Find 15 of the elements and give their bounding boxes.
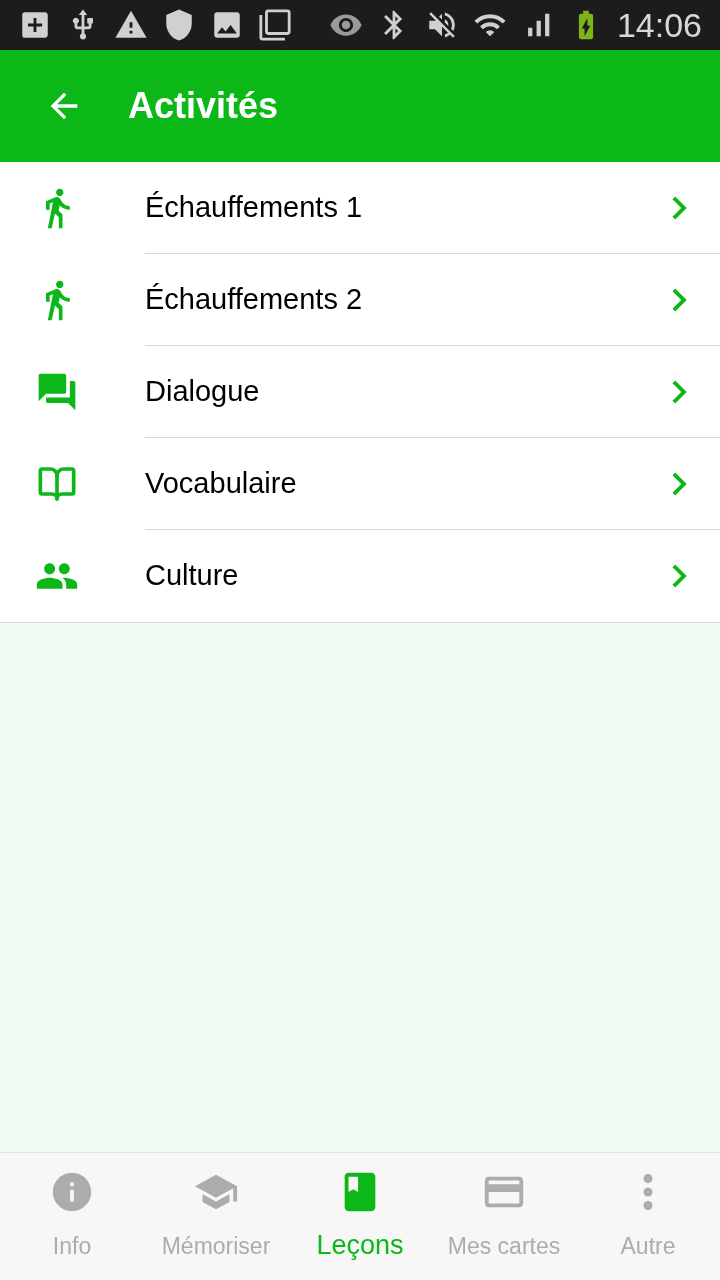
app-bar-title: Activités xyxy=(128,84,279,128)
activity-item[interactable]: Dialogue xyxy=(0,346,720,438)
more-icon xyxy=(643,1174,653,1210)
activity-item[interactable]: Échauffements 1 xyxy=(0,162,720,254)
activity-label: Échauffements 1 xyxy=(145,189,364,225)
windows-icon xyxy=(258,8,292,42)
activity-label: Dialogue xyxy=(145,373,261,409)
status-time: 14:06 xyxy=(616,8,702,42)
activity-item[interactable]: Échauffements 2 xyxy=(0,254,720,346)
activity-item[interactable]: Vocabulaire xyxy=(0,438,720,530)
open-book-icon xyxy=(36,464,77,504)
activity-label: Échauffements 2 xyxy=(145,281,364,317)
activity-item[interactable]: Culture xyxy=(0,530,720,622)
activity-label: Culture xyxy=(145,558,240,594)
activity-label: Vocabulaire xyxy=(145,465,298,501)
